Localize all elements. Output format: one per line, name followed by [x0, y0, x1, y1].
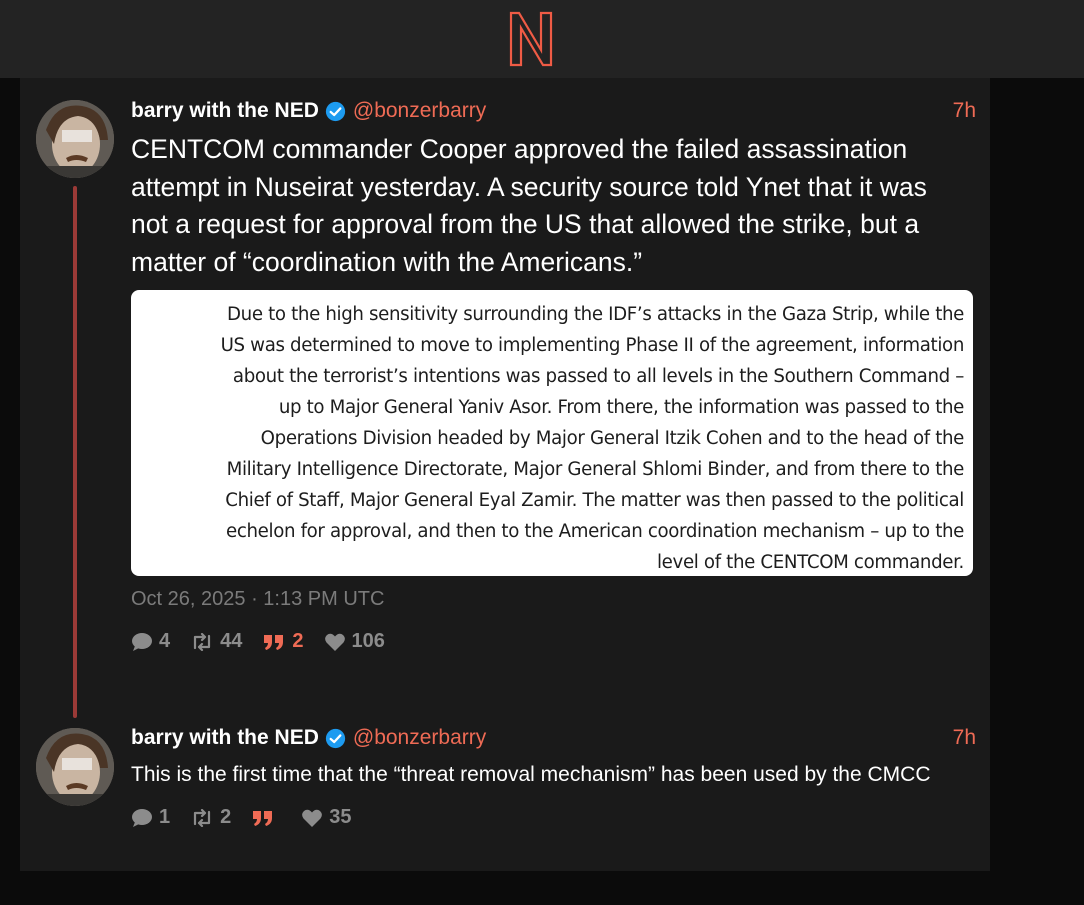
post-stats: 4 44 2 106: [131, 630, 976, 653]
post-age[interactable]: 7h: [953, 726, 976, 750]
quote-button[interactable]: 2: [262, 630, 304, 653]
repost-icon: [194, 632, 211, 651]
repost-count: 44: [220, 630, 243, 652]
post-timestamp[interactable]: Oct 26, 2025 · 1:13 PM UTC: [131, 588, 976, 611]
avatar-photo: [36, 100, 114, 178]
image-text-line: echelon for approval, and then to the Am…: [225, 521, 964, 542]
post-text: CENTCOM commander Cooper approved the fa…: [131, 134, 927, 277]
timeline-panel: barry with the NED @bonzerbarry 7h CENTC…: [20, 78, 990, 871]
reply-button[interactable]: 4: [131, 630, 170, 653]
attached-image[interactable]: Due to the high sensitivity surrounding …: [131, 290, 973, 576]
quote-count: 2: [292, 630, 304, 652]
reply-button[interactable]: 1: [131, 806, 170, 829]
top-bar: [0, 0, 1084, 78]
reply-count: 1: [159, 806, 171, 828]
repost-count: 2: [220, 806, 232, 828]
avatar[interactable]: [36, 728, 114, 806]
author-name[interactable]: barry with the NED: [131, 99, 319, 123]
avatar[interactable]: [36, 100, 114, 178]
like-icon: [324, 633, 345, 651]
post-header: barry with the NED @bonzerbarry 7h: [131, 725, 976, 751]
image-text-line: Chief of Staff, Major General Eyal Zamir…: [225, 490, 964, 511]
image-text-line: level of the CENTCOM commander.: [656, 552, 964, 573]
repost-button[interactable]: 44: [190, 630, 242, 653]
avatar-photo: [36, 728, 114, 806]
author-handle[interactable]: @bonzerbarry: [353, 99, 486, 123]
author-name[interactable]: barry with the NED: [131, 726, 319, 750]
reply-icon: [132, 808, 152, 827]
author-handle[interactable]: @bonzerbarry: [353, 726, 486, 750]
post-1[interactable]: barry with the NED @bonzerbarry 7h CENTC…: [131, 98, 976, 653]
logo-n-icon[interactable]: [507, 10, 557, 68]
image-text-line: about the terrorist’s intentions was pas…: [232, 366, 964, 387]
reply-icon: [132, 632, 152, 651]
post-header: barry with the NED @bonzerbarry 7h: [131, 98, 976, 124]
like-icon: [302, 809, 323, 827]
like-count: 35: [329, 806, 352, 828]
like-button[interactable]: 35: [301, 806, 352, 829]
like-button[interactable]: 106: [324, 630, 385, 653]
reply-count: 4: [159, 630, 171, 652]
image-text-line: Military Intelligence Directorate, Major…: [226, 459, 965, 480]
repost-icon: [194, 808, 211, 827]
image-text-line: Due to the high sensitivity surrounding …: [227, 304, 964, 325]
image-text-line: US was determined to move to implementin…: [220, 335, 965, 356]
post-stats: 1 2 35: [131, 806, 976, 829]
post-age[interactable]: 7h: [953, 99, 976, 123]
verified-badge-icon: [325, 728, 345, 748]
image-text-line: up to Major General Yaniv Asor. From the…: [278, 397, 965, 418]
quote-icon: [264, 634, 284, 650]
quote-icon: [253, 810, 273, 826]
verified-badge-icon: [325, 101, 345, 121]
like-count: 106: [351, 630, 385, 652]
image-text-line: Operations Division headed by Major Gene…: [260, 428, 965, 449]
repost-button[interactable]: 2: [190, 806, 231, 829]
post-text: This is the first time that the “threat …: [131, 763, 931, 786]
post-2[interactable]: barry with the NED @bonzerbarry 7h This …: [131, 725, 976, 829]
thread-connector: [73, 186, 77, 718]
quote-button[interactable]: [251, 809, 281, 827]
